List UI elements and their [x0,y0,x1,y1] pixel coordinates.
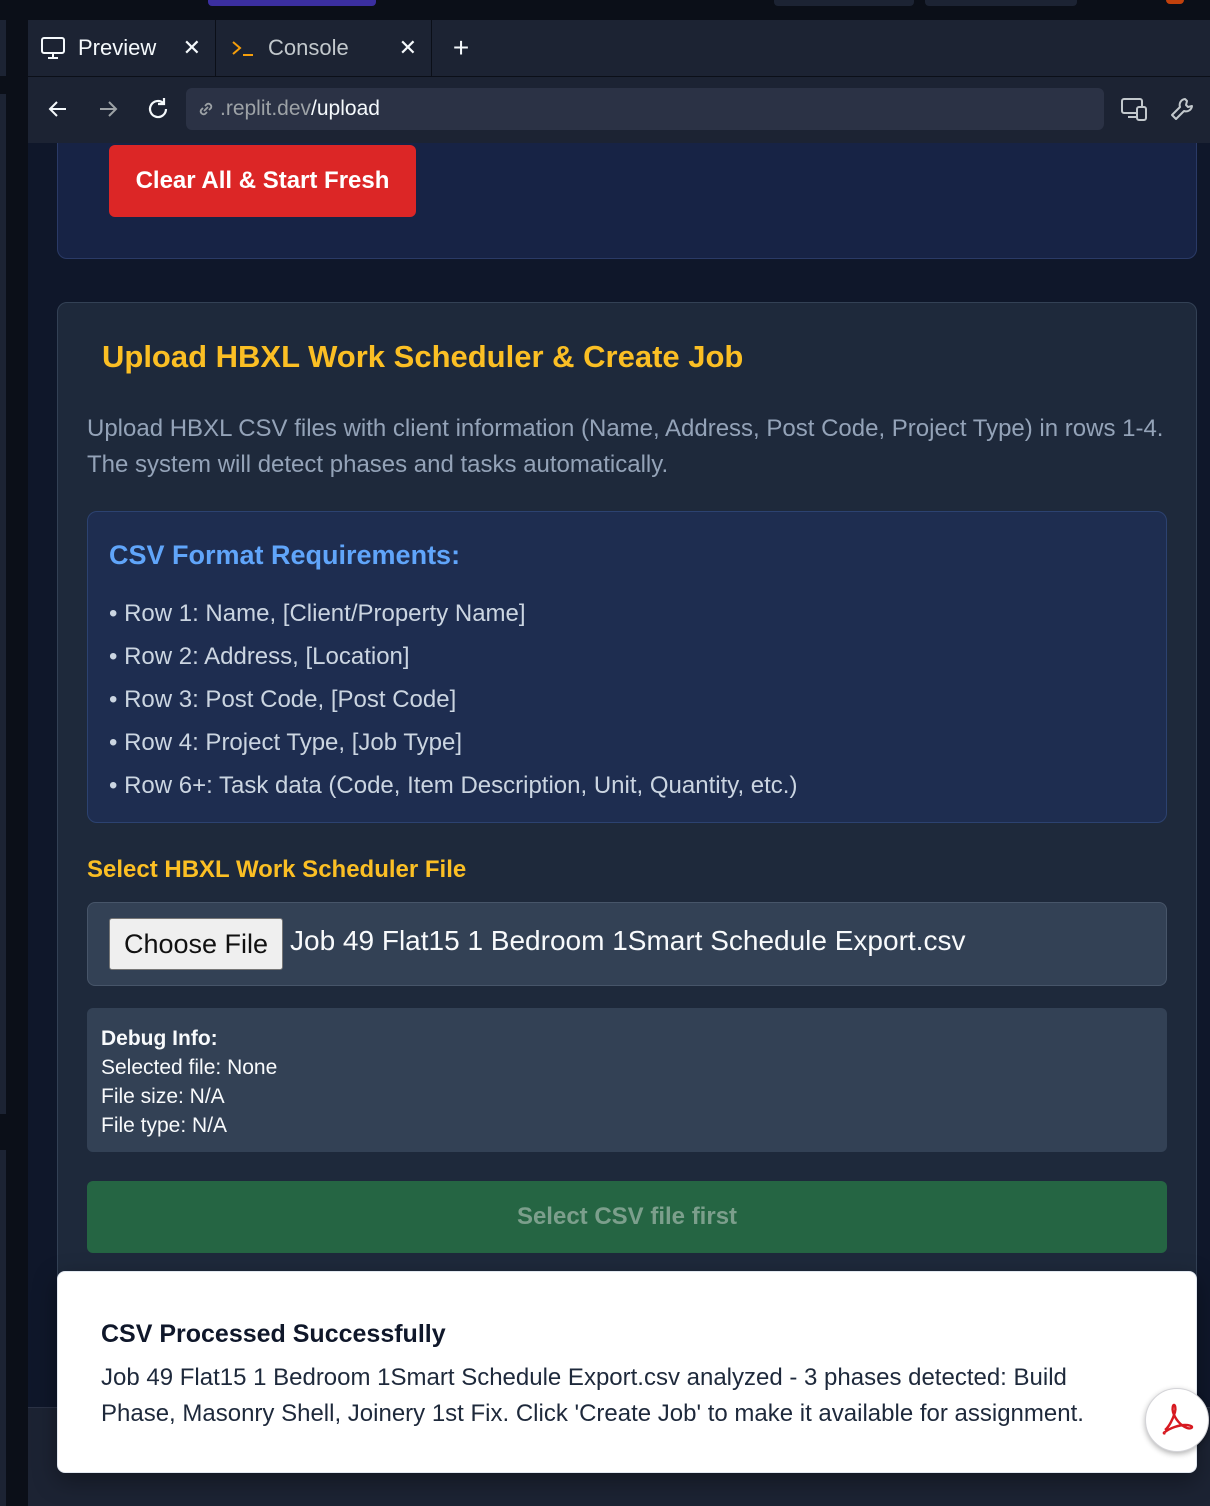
top-tab-indicator [208,0,376,6]
tab-console-label: Console [268,35,349,60]
requirements-list: • Row 1: Name, [Client/Property Name] • … [109,592,797,807]
requirement-item: • Row 2: Address, [Location] [109,643,410,670]
tab-preview[interactable]: Preview ✕ [28,20,216,76]
back-icon[interactable] [40,91,76,127]
close-icon[interactable]: ✕ [399,35,417,61]
requirement-item: • Row 4: Project Type, [Job Type] [109,729,463,756]
reload-icon[interactable] [140,91,176,127]
choose-file-button[interactable]: Choose File [109,918,283,970]
tab-console[interactable]: Console ✕ [216,20,432,76]
url-path: /upload [311,97,380,120]
toast-message: Job 49 Flat15 1 Bedroom 1Smart Schedule … [101,1364,1084,1427]
forward-icon[interactable] [90,91,126,127]
url-host: .replit.dev [220,97,312,120]
clear-all-button[interactable]: Clear All & Start Fresh [109,145,416,217]
url-field[interactable]: .replit.dev/upload [186,88,1104,130]
monitor-icon [40,35,66,61]
success-toast[interactable]: CSV Processed Successfully Job 49 Flat15… [57,1271,1197,1473]
wrench-icon[interactable] [1166,93,1198,125]
close-icon[interactable]: ✕ [183,35,201,61]
requirements-title: CSV Format Requirements: [109,540,461,570]
debug-selected-file: Selected file: None [101,1056,278,1079]
top-control [925,0,1077,6]
debug-file-type: File type: N/A [101,1114,228,1137]
selected-file-name: Job 49 Flat15 1 Bedroom 1Smart Schedule … [290,925,966,956]
devices-icon[interactable] [1118,93,1150,125]
link-icon [196,99,216,119]
upload-title: Upload HBXL Work Scheduler & Create Job [102,339,744,374]
debug-info-panel: Debug Info: Selected file: None File siz… [87,1008,1167,1152]
upload-description: Upload HBXL CSV files with client inform… [87,415,1164,478]
file-input[interactable]: Choose File Job 49 Flat15 1 Bedroom 1Sma… [87,902,1167,986]
requirement-item: • Row 1: Name, [Client/Property Name] [109,600,526,627]
debug-heading: Debug Info: [101,1027,218,1050]
pdf-icon [1157,1398,1197,1443]
status-dot [1166,0,1184,4]
pdf-reader-button[interactable] [1145,1388,1209,1452]
address-bar: .replit.dev/upload [28,77,1210,143]
reset-card: Clear All & Start Fresh [57,143,1197,259]
debug-file-size: File size: N/A [101,1085,225,1108]
requirement-item: • Row 3: Post Code, [Post Code] [109,686,457,713]
terminal-icon [230,35,256,61]
tab-preview-label: Preview [78,35,157,60]
process-csv-button[interactable]: Select CSV file first [87,1181,1167,1253]
new-tab-button[interactable]: + [432,20,490,76]
requirement-item: • Row 6+: Task data (Code, Item Descript… [109,772,798,799]
file-select-label: Select HBXL Work Scheduler File [87,856,467,883]
workspace-left-edge [0,20,28,1506]
requirements-box: CSV Format Requirements: • Row 1: Name, … [87,511,1167,823]
toast-title: CSV Processed Successfully [101,1320,446,1348]
top-control [774,0,914,6]
tab-bar: Preview ✕ Console ✕ + [28,20,1210,77]
window-top-strip [0,0,1210,20]
